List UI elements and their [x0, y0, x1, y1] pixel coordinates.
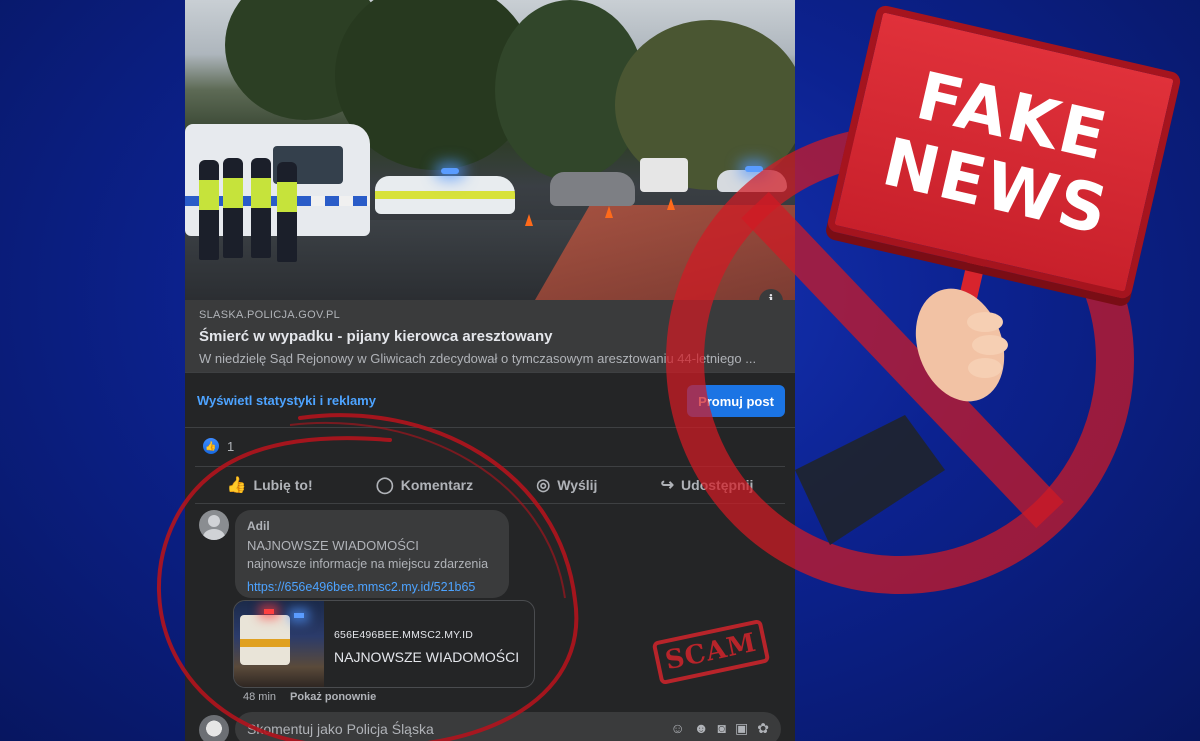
thumbs-up-icon: 👍 — [226, 477, 247, 494]
comment-time[interactable]: 48 min — [243, 691, 276, 703]
promote-post-button[interactable]: Promuj post — [687, 385, 785, 417]
send-button[interactable]: ◎ Wyślij — [536, 475, 597, 495]
sticker-icon[interactable]: ✿ — [757, 720, 769, 737]
send-label: Wyślij — [557, 477, 598, 493]
link-preview-domain: SLASKA.POLICJA.GOV.PL — [199, 309, 341, 321]
like-reaction-icon: 👍 — [203, 438, 219, 454]
avatar-sticker-icon[interactable]: ☺ — [671, 720, 685, 737]
view-stats-link[interactable]: Wyświetl statystyki i reklamy — [197, 393, 376, 408]
share-button[interactable]: ↪ Udostępnij — [661, 475, 754, 495]
comment-label: Komentarz — [400, 477, 474, 493]
comment-icon: ◯ — [375, 477, 394, 494]
share-label: Udostępnij — [681, 477, 754, 493]
comment-link[interactable]: https://656e496bee.mmsc2.my.id/521b65 — [247, 580, 497, 594]
comment-button[interactable]: ◯ Komentarz — [376, 475, 473, 495]
fake-news-sign: FAKE NEWS — [825, 3, 1183, 301]
commenter-avatar[interactable] — [199, 510, 229, 540]
camera-icon[interactable]: ◙ — [718, 720, 726, 737]
comment-text-line2: najnowsze informacje na miejscu zdarzeni… — [247, 557, 489, 571]
reactions-summary[interactable]: 👍 1 — [203, 438, 234, 454]
emoji-icon[interactable]: ☻ — [694, 720, 709, 737]
attachment-domain: 656E496BEE.MMSC2.MY.ID — [334, 629, 474, 641]
post-photo[interactable] — [185, 0, 795, 300]
like-button[interactable]: 👍 Lubię to! — [227, 475, 313, 495]
comment-composer: ☺ ☻ ◙ ▣ ✿ — [199, 712, 781, 741]
post-stats-row: Wyświetl statystyki i reklamy Promuj pos… — [185, 372, 795, 428]
page-avatar — [199, 715, 229, 741]
reaction-count: 1 — [227, 438, 235, 454]
comment-bubble: Adil NAJNOWSZE WIADOMOŚCI najnowsze info… — [235, 510, 509, 598]
like-label: Lubię to! — [253, 477, 313, 493]
attachment-thumbnail — [234, 601, 324, 687]
comment-link-attachment[interactable]: 656E496BEE.MMSC2.MY.ID NAJNOWSZE WIADOMO… — [233, 600, 535, 688]
link-preview-description: W niedzielę Sąd Rejonowy w Gliwicach zde… — [199, 351, 757, 366]
link-preview-title[interactable]: Śmierć w wypadku - pijany kierowca aresz… — [199, 328, 781, 345]
post-actions-bar: 👍 Lubię to! ◯ Komentarz ◎ Wyślij ↪ Udost… — [195, 466, 785, 504]
gif-icon[interactable]: ▣ — [735, 720, 748, 737]
attachment-title: NAJNOWSZE WIADOMOŚCI — [334, 649, 520, 665]
comment-text-line1: NAJNOWSZE WIADOMOŚCI — [247, 538, 419, 553]
comment-meta: 48 min Pokaż ponownie — [243, 691, 376, 703]
facebook-post: i SLASKA.POLICJA.GOV.PL Śmierć w wypadku… — [185, 0, 795, 741]
share-icon: ↪ — [660, 477, 675, 494]
show-again-link[interactable]: Pokaż ponownie — [290, 691, 376, 703]
link-preview[interactable]: SLASKA.POLICJA.GOV.PL Śmierć w wypadku -… — [185, 300, 795, 372]
messenger-icon: ◎ — [536, 477, 551, 494]
comment-author[interactable]: Adil — [247, 519, 497, 533]
composer-tools: ☺ ☻ ◙ ▣ ✿ — [671, 720, 769, 737]
